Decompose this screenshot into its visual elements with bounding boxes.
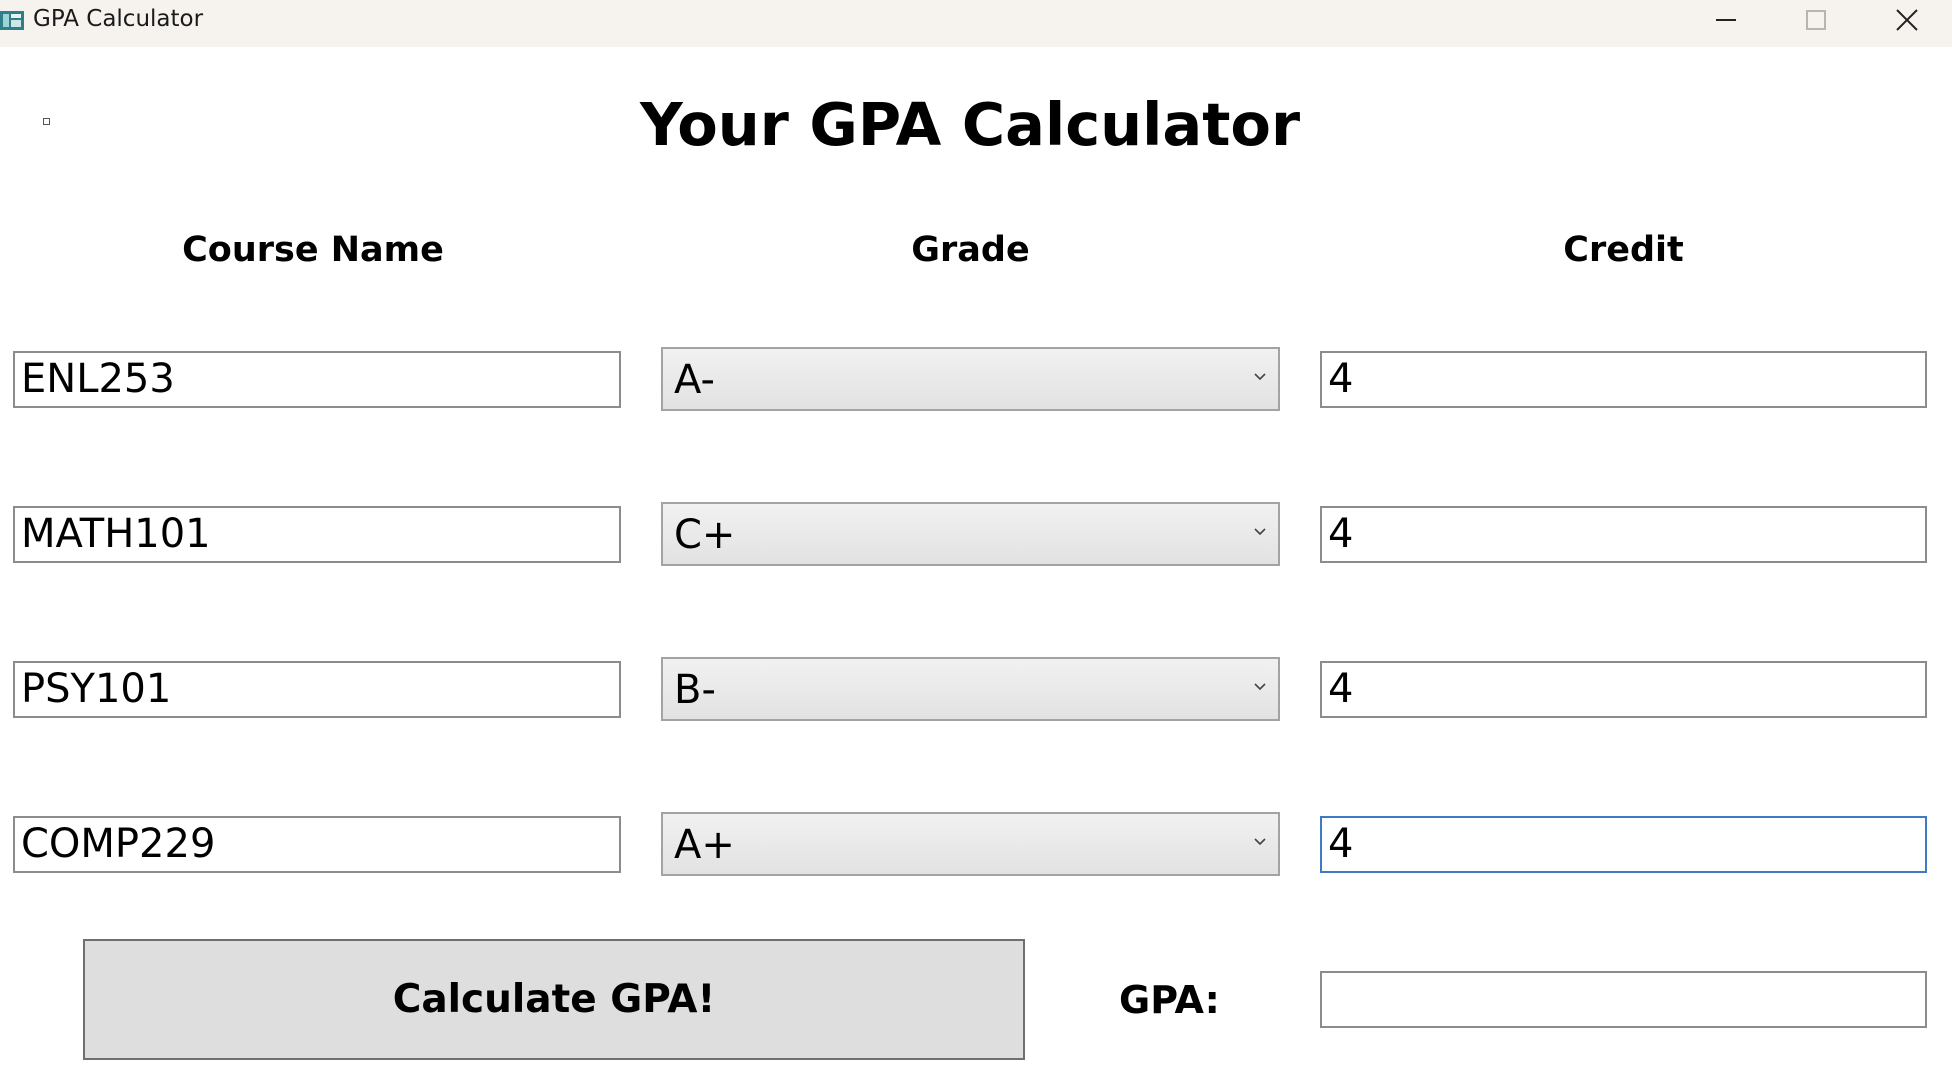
- close-button[interactable]: [1862, 0, 1952, 40]
- maximize-icon: [1806, 10, 1826, 30]
- close-icon: [1896, 9, 1918, 31]
- chevron-down-icon: [1254, 373, 1266, 381]
- course-name-input-3[interactable]: PSY101: [13, 661, 621, 718]
- column-header-credit: Credit: [1563, 230, 1684, 270]
- grade-select-value: C+: [674, 512, 736, 558]
- maximize-button[interactable]: [1771, 0, 1861, 40]
- gpa-label: GPA:: [1119, 978, 1220, 1022]
- grade-select-1[interactable]: A-: [661, 347, 1280, 411]
- grade-select-value: A+: [674, 822, 735, 868]
- window-titlebar: GPA Calculator: [0, 0, 1952, 47]
- chevron-down-icon: [1254, 528, 1266, 536]
- credit-input-4[interactable]: 4: [1320, 816, 1927, 873]
- grade-select-value: A-: [674, 357, 715, 403]
- grade-select-3[interactable]: B-: [661, 657, 1280, 721]
- calculate-gpa-button[interactable]: Calculate GPA!: [83, 939, 1025, 1060]
- credit-input-2[interactable]: 4: [1320, 506, 1927, 563]
- column-header-course: Course Name: [182, 230, 444, 270]
- credit-input-3[interactable]: 4: [1320, 661, 1927, 718]
- grade-select-value: B-: [674, 667, 716, 713]
- course-name-input-1[interactable]: ENL253: [13, 351, 621, 408]
- gpa-result-field[interactable]: [1320, 971, 1927, 1028]
- minimize-button[interactable]: [1681, 0, 1771, 40]
- credit-input-1[interactable]: 4: [1320, 351, 1927, 408]
- course-name-input-2[interactable]: MATH101: [13, 506, 621, 563]
- course-name-input-4[interactable]: COMP229: [13, 816, 621, 873]
- grade-select-4[interactable]: A+: [661, 812, 1280, 876]
- grade-select-2[interactable]: C+: [661, 502, 1280, 566]
- app-icon: [0, 11, 24, 30]
- page-title: Your GPA Calculator: [639, 90, 1301, 159]
- chevron-down-icon: [1254, 838, 1266, 846]
- chevron-down-icon: [1254, 683, 1266, 691]
- column-header-grade: Grade: [911, 230, 1030, 270]
- window-title: GPA Calculator: [33, 6, 204, 32]
- minimize-icon: [1716, 19, 1736, 21]
